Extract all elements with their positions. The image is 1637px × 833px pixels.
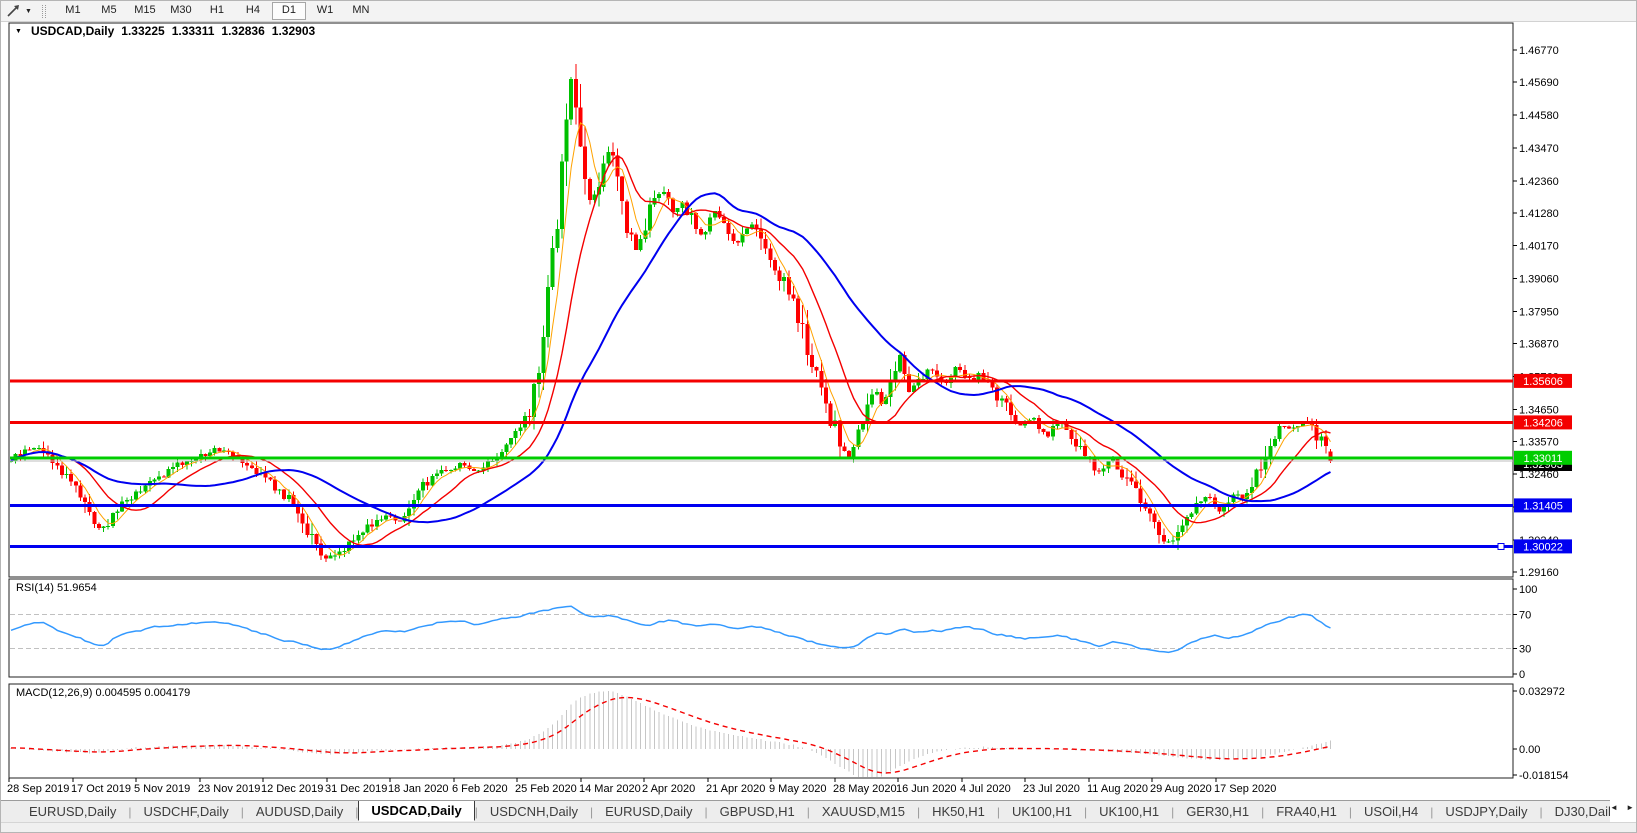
ohlc-high: 1.33311 <box>171 24 215 38</box>
ohlc-low: 1.32836 <box>221 24 265 38</box>
chart-tab-USDJPY-Daily[interactable]: USDJPY,Daily <box>1433 803 1539 821</box>
rsi-indicator-label: RSI(14) 51.9654 <box>16 582 97 594</box>
chart-title: ▼ USDCAD,Daily 1.33225 1.33311 1.32836 1.3290… <box>15 24 315 38</box>
chart-tab-EURUSD-Daily[interactable]: EURUSD,Daily <box>17 803 128 821</box>
timeframe-button-W1[interactable]: W1 <box>308 2 342 20</box>
timeframe-button-M30[interactable]: M30 <box>164 2 198 20</box>
svg-text:1.29160: 1.29160 <box>1519 567 1559 579</box>
svg-text:1.30022: 1.30022 <box>1523 541 1563 553</box>
chart-tab-USDCAD-Daily[interactable]: USDCAD,Daily <box>358 801 475 821</box>
hline-badge-1.33011: 1.33011 <box>1514 450 1572 465</box>
svg-text:28 May 2020: 28 May 2020 <box>833 783 897 795</box>
chart-tab-UK100-H1[interactable]: UK100,H1 <box>1087 803 1171 821</box>
svg-text:-0.018154: -0.018154 <box>1519 770 1569 782</box>
chart-tab-XAUUSD-M15[interactable]: XAUUSD,M15 <box>810 803 917 821</box>
svg-text:1.45690: 1.45690 <box>1519 77 1559 89</box>
timeframe-button-M1[interactable]: M1 <box>56 2 90 20</box>
pointer-tool-icon[interactable] <box>5 4 23 18</box>
chart-tab-USDCHF-Daily[interactable]: USDCHF,Daily <box>132 803 241 821</box>
svg-text:1.39060: 1.39060 <box>1519 274 1559 286</box>
timeframe-toolbar: ▼ M1 M5 M15 M30 H1 H4 D1 W1 MN <box>1 1 1636 22</box>
svg-text:17 Oct 2019: 17 Oct 2019 <box>71 783 131 795</box>
svg-text:1.41280: 1.41280 <box>1519 208 1559 220</box>
ohlc-open: 1.33225 <box>121 24 165 38</box>
svg-text:28 Sep 2019: 28 Sep 2019 <box>7 783 69 795</box>
toolbar-grip[interactable] <box>41 4 46 18</box>
timeframe-button-D1[interactable]: D1 <box>271 2 306 20</box>
chart-tab-GBPUSD-H1[interactable]: GBPUSD,H1 <box>708 803 807 821</box>
macd-indicator-label: MACD(12,26,9) 0.004595 0.004179 <box>16 687 191 699</box>
chart-tab-EURUSD-Daily[interactable]: EURUSD,Daily <box>593 803 704 821</box>
rsi-plot-area[interactable] <box>9 579 1513 677</box>
timeframe-button-M5[interactable]: M5 <box>92 2 126 20</box>
svg-text:0.00: 0.00 <box>1519 744 1540 756</box>
ohlc-close: 1.32903 <box>271 24 316 38</box>
chart-tab-bar: EURUSD,Daily | USDCHF,Daily | AUDUSD,Daily | U… <box>1 800 1610 822</box>
tab-scroll-left-icon[interactable]: ◄ <box>1610 803 1618 812</box>
svg-text:1.43470: 1.43470 <box>1519 143 1559 155</box>
svg-text:1.36870: 1.36870 <box>1519 338 1559 350</box>
svg-text:4 Jul 2020: 4 Jul 2020 <box>960 783 1011 795</box>
main-plot-area[interactable] <box>9 23 1513 577</box>
svg-text:2 Apr 2020: 2 Apr 2020 <box>642 783 695 795</box>
svg-text:23 Jul 2020: 23 Jul 2020 <box>1023 783 1080 795</box>
svg-text:9 May 2020: 9 May 2020 <box>769 783 826 795</box>
hline-badge-1.35606: 1.35606 <box>1514 373 1572 388</box>
hline-badge-1.30022: 1.30022 <box>1514 539 1572 554</box>
chart-tab-GER30-H1[interactable]: GER30,H1 <box>1174 803 1261 821</box>
svg-text:1.34206: 1.34206 <box>1523 417 1563 429</box>
svg-text:0: 0 <box>1519 669 1525 681</box>
svg-text:1.34650: 1.34650 <box>1519 404 1559 416</box>
svg-text:100: 100 <box>1519 584 1537 596</box>
svg-text:23 Nov 2019: 23 Nov 2019 <box>198 783 260 795</box>
hline-badge-1.31405: 1.31405 <box>1514 498 1572 513</box>
macd-plot-area[interactable] <box>9 684 1513 778</box>
svg-text:1.40170: 1.40170 <box>1519 241 1559 253</box>
tab-scroll-buttons: ◄ ► <box>1610 803 1634 812</box>
chart-tab-USDCNH-Daily[interactable]: USDCNH,Daily <box>478 803 590 821</box>
svg-text:70: 70 <box>1519 610 1531 622</box>
svg-text:0.032972: 0.032972 <box>1519 686 1565 698</box>
svg-text:1.33570: 1.33570 <box>1519 436 1559 448</box>
chart-tab-FRA40-H1[interactable]: FRA40,H1 <box>1264 803 1349 821</box>
svg-text:6 Feb 2020: 6 Feb 2020 <box>452 783 508 795</box>
svg-text:14 Mar 2020: 14 Mar 2020 <box>579 783 641 795</box>
svg-text:30: 30 <box>1519 644 1531 656</box>
svg-text:21 Apr 2020: 21 Apr 2020 <box>706 783 765 795</box>
svg-text:11 Aug 2020: 11 Aug 2020 <box>1087 783 1148 795</box>
chart-tab-HK50-H1[interactable]: HK50,H1 <box>920 803 997 821</box>
chart-tab-DJ30-Daily[interactable]: DJ30,Daily <box>1543 803 1610 821</box>
svg-text:12 Dec 2019: 12 Dec 2019 <box>261 783 323 795</box>
svg-text:16 Jun 2020: 16 Jun 2020 <box>896 783 957 795</box>
trading-terminal-window: ▼ M1 M5 M15 M30 H1 H4 D1 W1 MN 1.46770 1.45690 1.4… <box>0 0 1637 833</box>
chart-tab-UK100-H1[interactable]: UK100,H1 <box>1000 803 1084 821</box>
tab-scroll-right-icon[interactable]: ► <box>1626 803 1634 812</box>
svg-text:5 Nov 2019: 5 Nov 2019 <box>134 783 190 795</box>
status-bar <box>1 822 1636 832</box>
svg-text:1.37950: 1.37950 <box>1519 306 1559 318</box>
svg-text:1.31405: 1.31405 <box>1523 500 1563 512</box>
chart-collapse-icon[interactable]: ▼ <box>15 28 22 35</box>
svg-text:1.42360: 1.42360 <box>1519 176 1559 188</box>
svg-text:1.44580: 1.44580 <box>1519 110 1559 122</box>
chart-tab-USOil-H4[interactable]: USOil,H4 <box>1352 803 1430 821</box>
chart-tab-AUDUSD-Daily[interactable]: AUDUSD,Daily <box>244 803 355 821</box>
svg-text:1.46770: 1.46770 <box>1519 45 1559 57</box>
svg-text:17 Sep 2020: 17 Sep 2020 <box>1214 783 1276 795</box>
timeframe-button-MN[interactable]: MN <box>344 2 378 20</box>
tool-dropdown-caret-icon[interactable]: ▼ <box>25 8 32 15</box>
svg-text:25 Feb 2020: 25 Feb 2020 <box>515 783 577 795</box>
svg-text:1.35606: 1.35606 <box>1523 376 1563 388</box>
timeframe-button-H4[interactable]: H4 <box>236 2 270 20</box>
svg-text:18 Jan 2020: 18 Jan 2020 <box>388 783 449 795</box>
hline-badge-1.34206: 1.34206 <box>1514 415 1572 430</box>
svg-text:31 Dec 2019: 31 Dec 2019 <box>325 783 387 795</box>
chart-symbol-label: USDCAD,Daily <box>30 24 115 38</box>
timeframe-button-M15[interactable]: M15 <box>128 2 162 20</box>
timeframe-button-H1[interactable]: H1 <box>200 2 234 20</box>
svg-text:1.33011: 1.33011 <box>1524 453 1563 465</box>
svg-text:29 Aug 2020: 29 Aug 2020 <box>1150 783 1212 795</box>
